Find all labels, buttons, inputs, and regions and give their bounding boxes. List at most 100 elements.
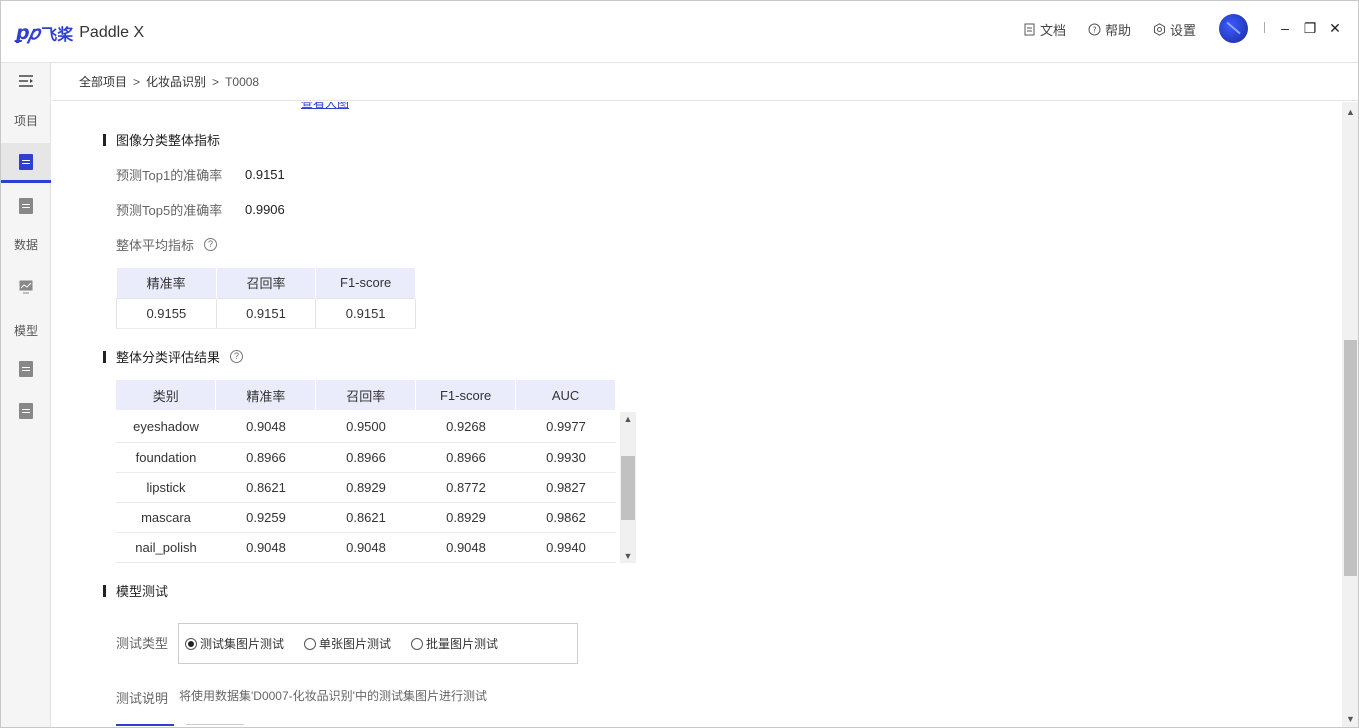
settings-label: 设置 (1170, 22, 1197, 38)
header-divider (1264, 22, 1265, 33)
radio-testset[interactable]: 测试集图片测试 (185, 635, 284, 652)
gear-icon (1154, 22, 1166, 36)
top1-label: 预测Top1的准确率 (116, 168, 223, 183)
help-circle-icon[interactable]: ? (230, 350, 244, 363)
overall-metrics-title-text: 图像分类整体指标 (116, 133, 221, 148)
breadcrumb-task: T0008 (225, 74, 260, 89)
table-row: eyeshadow 0.9048 0.9500 0.9268 0.9977 (116, 412, 616, 443)
column-header: F1-score (415, 380, 517, 410)
sidebar-item-projects-label: 项目 (13, 113, 38, 128)
test-type-label: 测试类型 (116, 636, 169, 651)
sidebar-item-data[interactable] (1, 269, 51, 305)
top5-value: 0.9906 (245, 202, 285, 217)
sidebar-item-model-1[interactable] (1, 349, 51, 389)
docs-label: 文档 (1040, 22, 1067, 38)
table-cell: 0.9500 (316, 412, 416, 443)
page-scrollbar-thumb[interactable] (1344, 340, 1357, 576)
table-cell: 0.9268 (416, 412, 516, 443)
radio-unchecked-icon (304, 637, 317, 650)
per-class-results-title: 整体分类评估结果 ? (103, 347, 244, 366)
table-cell: 0.8966 (416, 442, 516, 473)
model-test-title: 模型测试 (103, 581, 168, 600)
help-link[interactable]: ? 帮助 (1088, 20, 1131, 39)
close-button[interactable]: ✕ (1326, 19, 1344, 37)
top1-value: 0.9151 (245, 167, 285, 182)
column-header: 类别 (116, 380, 217, 410)
help-icon: ? (1088, 23, 1101, 35)
breadcrumb-all-projects[interactable]: 全部项目 (79, 73, 127, 90)
radio-label: 单张图片测试 (319, 637, 392, 651)
dataset-icon (19, 280, 33, 294)
table-cell: 0.9930 (516, 442, 616, 473)
top1-accuracy: 预测Top1的准确率 0.9151 (116, 165, 285, 184)
help-circle-icon[interactable]: ? (204, 238, 218, 251)
table-cell: 0.8929 (416, 502, 516, 533)
scroll-down-arrow-icon[interactable]: ▼ (620, 549, 636, 563)
view-large-image-link[interactable]: 查看大图 (301, 102, 349, 111)
help-label: 帮助 (1105, 22, 1132, 38)
main-content: 查看大图 图像分类整体指标 预测Top1的准确率 0.9151 预测Top5的准… (52, 102, 1342, 727)
scroll-up-arrow-icon[interactable]: ▲ (1342, 104, 1358, 120)
minimize-button[interactable]: – (1276, 19, 1294, 37)
sidebar-item-model-2[interactable] (1, 391, 51, 431)
start-test-button[interactable] (116, 724, 174, 727)
table-cell: 0.9977 (516, 412, 616, 443)
avg-label: 整体平均指标 (116, 238, 195, 253)
project-file-icon (19, 153, 33, 170)
overall-metrics-title: 图像分类整体指标 (103, 130, 220, 149)
per-class-table-body[interactable]: eyeshadow 0.9048 0.9500 0.9268 0.9977 fo… (116, 412, 636, 563)
top-actions: 文档 ? 帮助 设置 (1023, 19, 1218, 39)
secondary-button[interactable] (186, 724, 244, 727)
svg-text:?: ? (1092, 25, 1096, 34)
sidebar-item-project-2[interactable] (1, 187, 51, 225)
per-class-table-header: 类别 精准率 召回率 F1-score AUC (116, 380, 616, 410)
sidebar-item-project-active[interactable] (1, 143, 51, 183)
table-header-row: 类别 精准率 召回率 F1-score AUC (116, 380, 616, 410)
table-scrollbar-thumb[interactable] (621, 456, 635, 520)
file-icon (19, 198, 33, 214)
table-scrollbar[interactable]: ▲ ▼ (620, 412, 636, 563)
column-header: AUC (515, 380, 616, 410)
sidebar-item-models-label: 模型 (13, 323, 38, 338)
scroll-up-arrow-icon[interactable]: ▲ (620, 412, 636, 426)
test-description-text: 将使用数据集'D0007-化妆品识别'中的测试集图片进行测试 (179, 689, 487, 703)
scroll-down-arrow-icon[interactable]: ▼ (1342, 711, 1358, 727)
table-header-row: 精准率 召回率 F1-score (116, 268, 416, 298)
table-row: mascara 0.9259 0.8621 0.8929 0.9862 (116, 502, 616, 533)
table-cell: 0.9048 (216, 412, 316, 443)
radio-single-image[interactable]: 单张图片测试 (304, 635, 391, 652)
column-header: 召回率 (315, 380, 417, 410)
table-cell: lipstick (116, 472, 216, 503)
docs-link[interactable]: 文档 (1023, 20, 1066, 39)
column-header: 精准率 (116, 268, 217, 298)
logo-mark: ꝑ𝑝 (16, 22, 39, 44)
table-cell: 0.8929 (316, 472, 416, 503)
paddlex-logo: ꝑ𝑝 飞桨 Paddle X (16, 21, 144, 45)
table-cell: foundation (116, 442, 216, 473)
settings-link[interactable]: 设置 (1153, 20, 1196, 39)
menu-collapse-icon (19, 75, 33, 87)
average-metrics-table: 精准率 召回率 F1-score 0.9155 0.9151 0.9151 (116, 268, 416, 329)
column-header: 召回率 (216, 268, 317, 298)
test-description-label: 测试说明 (116, 691, 169, 706)
table-cell: nail_polish (116, 532, 216, 563)
per-class-table: eyeshadow 0.9048 0.9500 0.9268 0.9977 fo… (116, 412, 616, 563)
model-file-icon (19, 403, 33, 419)
table-row: foundation 0.8966 0.8966 0.8966 0.9930 (116, 442, 616, 473)
radio-batch-images[interactable]: 批量图片测试 (411, 635, 498, 652)
left-sidebar: 项目 数据 模型 (1, 63, 51, 727)
user-avatar[interactable] (1219, 14, 1248, 43)
page-scrollbar[interactable]: ▲ ▼ (1342, 102, 1358, 727)
table-cell: 0.9151 (315, 297, 416, 329)
breadcrumb-separator: > (212, 74, 220, 89)
breadcrumb: 全部项目 > 化妆品识别 > T0008 (52, 63, 1358, 101)
sidebar-toggle[interactable] (1, 71, 51, 91)
radio-label: 批量图片测试 (426, 637, 499, 651)
radio-checked-icon (185, 637, 197, 650)
logo-cn-text: 飞桨 (41, 27, 74, 44)
table-cell: 0.9940 (516, 532, 616, 563)
column-header: F1-score (315, 268, 416, 298)
breadcrumb-project[interactable]: 化妆品识别 (146, 73, 206, 90)
table-cell: 0.9048 (216, 532, 316, 563)
restore-button[interactable]: ❐ (1301, 19, 1319, 37)
